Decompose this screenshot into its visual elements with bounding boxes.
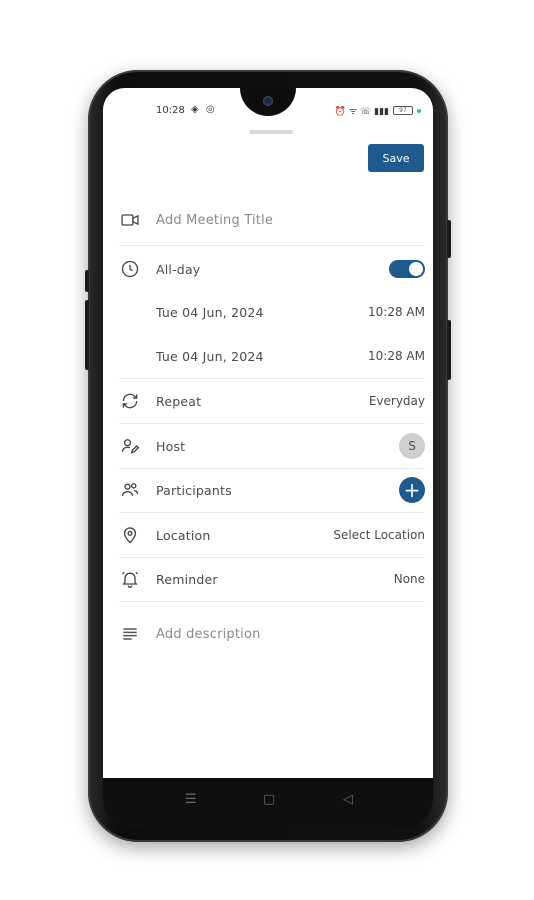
- divider: [119, 245, 425, 246]
- add-participant-button[interactable]: +: [399, 477, 425, 503]
- repeat-row[interactable]: Repeat Everyday: [119, 379, 425, 423]
- android-nav-bar: ☰ ▢ ◁: [103, 778, 433, 828]
- participants-row[interactable]: Participants +: [119, 468, 425, 512]
- charging-dot-icon: [417, 108, 421, 113]
- host-edit-icon: [119, 435, 141, 457]
- host-label: Host: [156, 438, 186, 454]
- start-date[interactable]: Tue 04 Jun, 2024: [156, 305, 264, 320]
- volume-button: [85, 300, 89, 370]
- location-row[interactable]: Location Select Location: [119, 513, 425, 557]
- participants-label: Participants: [156, 482, 232, 498]
- host-row[interactable]: Host S: [119, 424, 425, 468]
- end-date[interactable]: Tue 04 Jun, 2024: [156, 349, 264, 364]
- sheet-drag-handle[interactable]: [249, 130, 293, 134]
- phone-frame: 10:28 ◈ ◎ ⏰ ᯤ ☏ ▮▮▮ 97 Save Add Meeting …: [85, 70, 451, 842]
- participants-icon: [119, 479, 141, 501]
- phone-screen: 10:28 ◈ ◎ ⏰ ᯤ ☏ ▮▮▮ 97 Save Add Meeting …: [103, 88, 433, 778]
- location-label: Location: [156, 527, 211, 543]
- system-icons: ⏰ ᯤ ☏ ▮▮▮: [334, 107, 389, 117]
- host-avatar[interactable]: S: [399, 433, 425, 459]
- battery-icon: 97: [393, 106, 413, 115]
- description-lines-icon: [119, 623, 141, 645]
- menu-icon[interactable]: ☰: [185, 792, 197, 807]
- home-icon[interactable]: ▢: [263, 792, 275, 807]
- location-pin-icon: [119, 524, 141, 546]
- front-camera: [263, 96, 273, 106]
- clock-icon: [119, 258, 141, 280]
- end-datetime-row[interactable]: Tue 04 Jun, 2024 10:28 AM: [119, 334, 425, 378]
- description-row[interactable]: Add description: [119, 612, 425, 656]
- reminder-bell-icon: [119, 568, 141, 590]
- save-button[interactable]: Save: [368, 144, 424, 172]
- reminder-label: Reminder: [156, 571, 218, 587]
- repeat-label: Repeat: [156, 393, 202, 409]
- divider: [119, 601, 425, 602]
- status-time: 10:28: [156, 105, 185, 116]
- description-input[interactable]: Add description: [156, 627, 261, 642]
- reminder-value[interactable]: None: [394, 572, 425, 586]
- all-day-row[interactable]: All-day: [119, 247, 425, 291]
- video-camera-icon: [119, 209, 141, 231]
- power-button: [447, 220, 451, 258]
- reminder-row[interactable]: Reminder None: [119, 557, 425, 601]
- status-right: ⏰ ᯤ ☏ ▮▮▮ 97: [335, 104, 421, 117]
- start-time[interactable]: 10:28 AM: [368, 305, 425, 319]
- side-button: [447, 320, 451, 380]
- meeting-title-input[interactable]: Add Meeting Title: [156, 213, 273, 228]
- start-datetime-row[interactable]: Tue 04 Jun, 2024 10:28 AM: [119, 290, 425, 334]
- volume-button: [85, 270, 89, 292]
- title-row[interactable]: Add Meeting Title: [119, 198, 425, 242]
- back-icon[interactable]: ◁: [343, 792, 353, 807]
- toggle-knob: [409, 262, 423, 276]
- repeat-value[interactable]: Everyday: [369, 394, 425, 408]
- notification-icons: ◈ ◎: [191, 104, 217, 115]
- location-value[interactable]: Select Location: [333, 528, 425, 542]
- all-day-toggle[interactable]: [389, 260, 425, 278]
- all-day-label: All-day: [156, 261, 201, 277]
- end-time[interactable]: 10:28 AM: [368, 349, 425, 363]
- repeat-icon: [119, 390, 141, 412]
